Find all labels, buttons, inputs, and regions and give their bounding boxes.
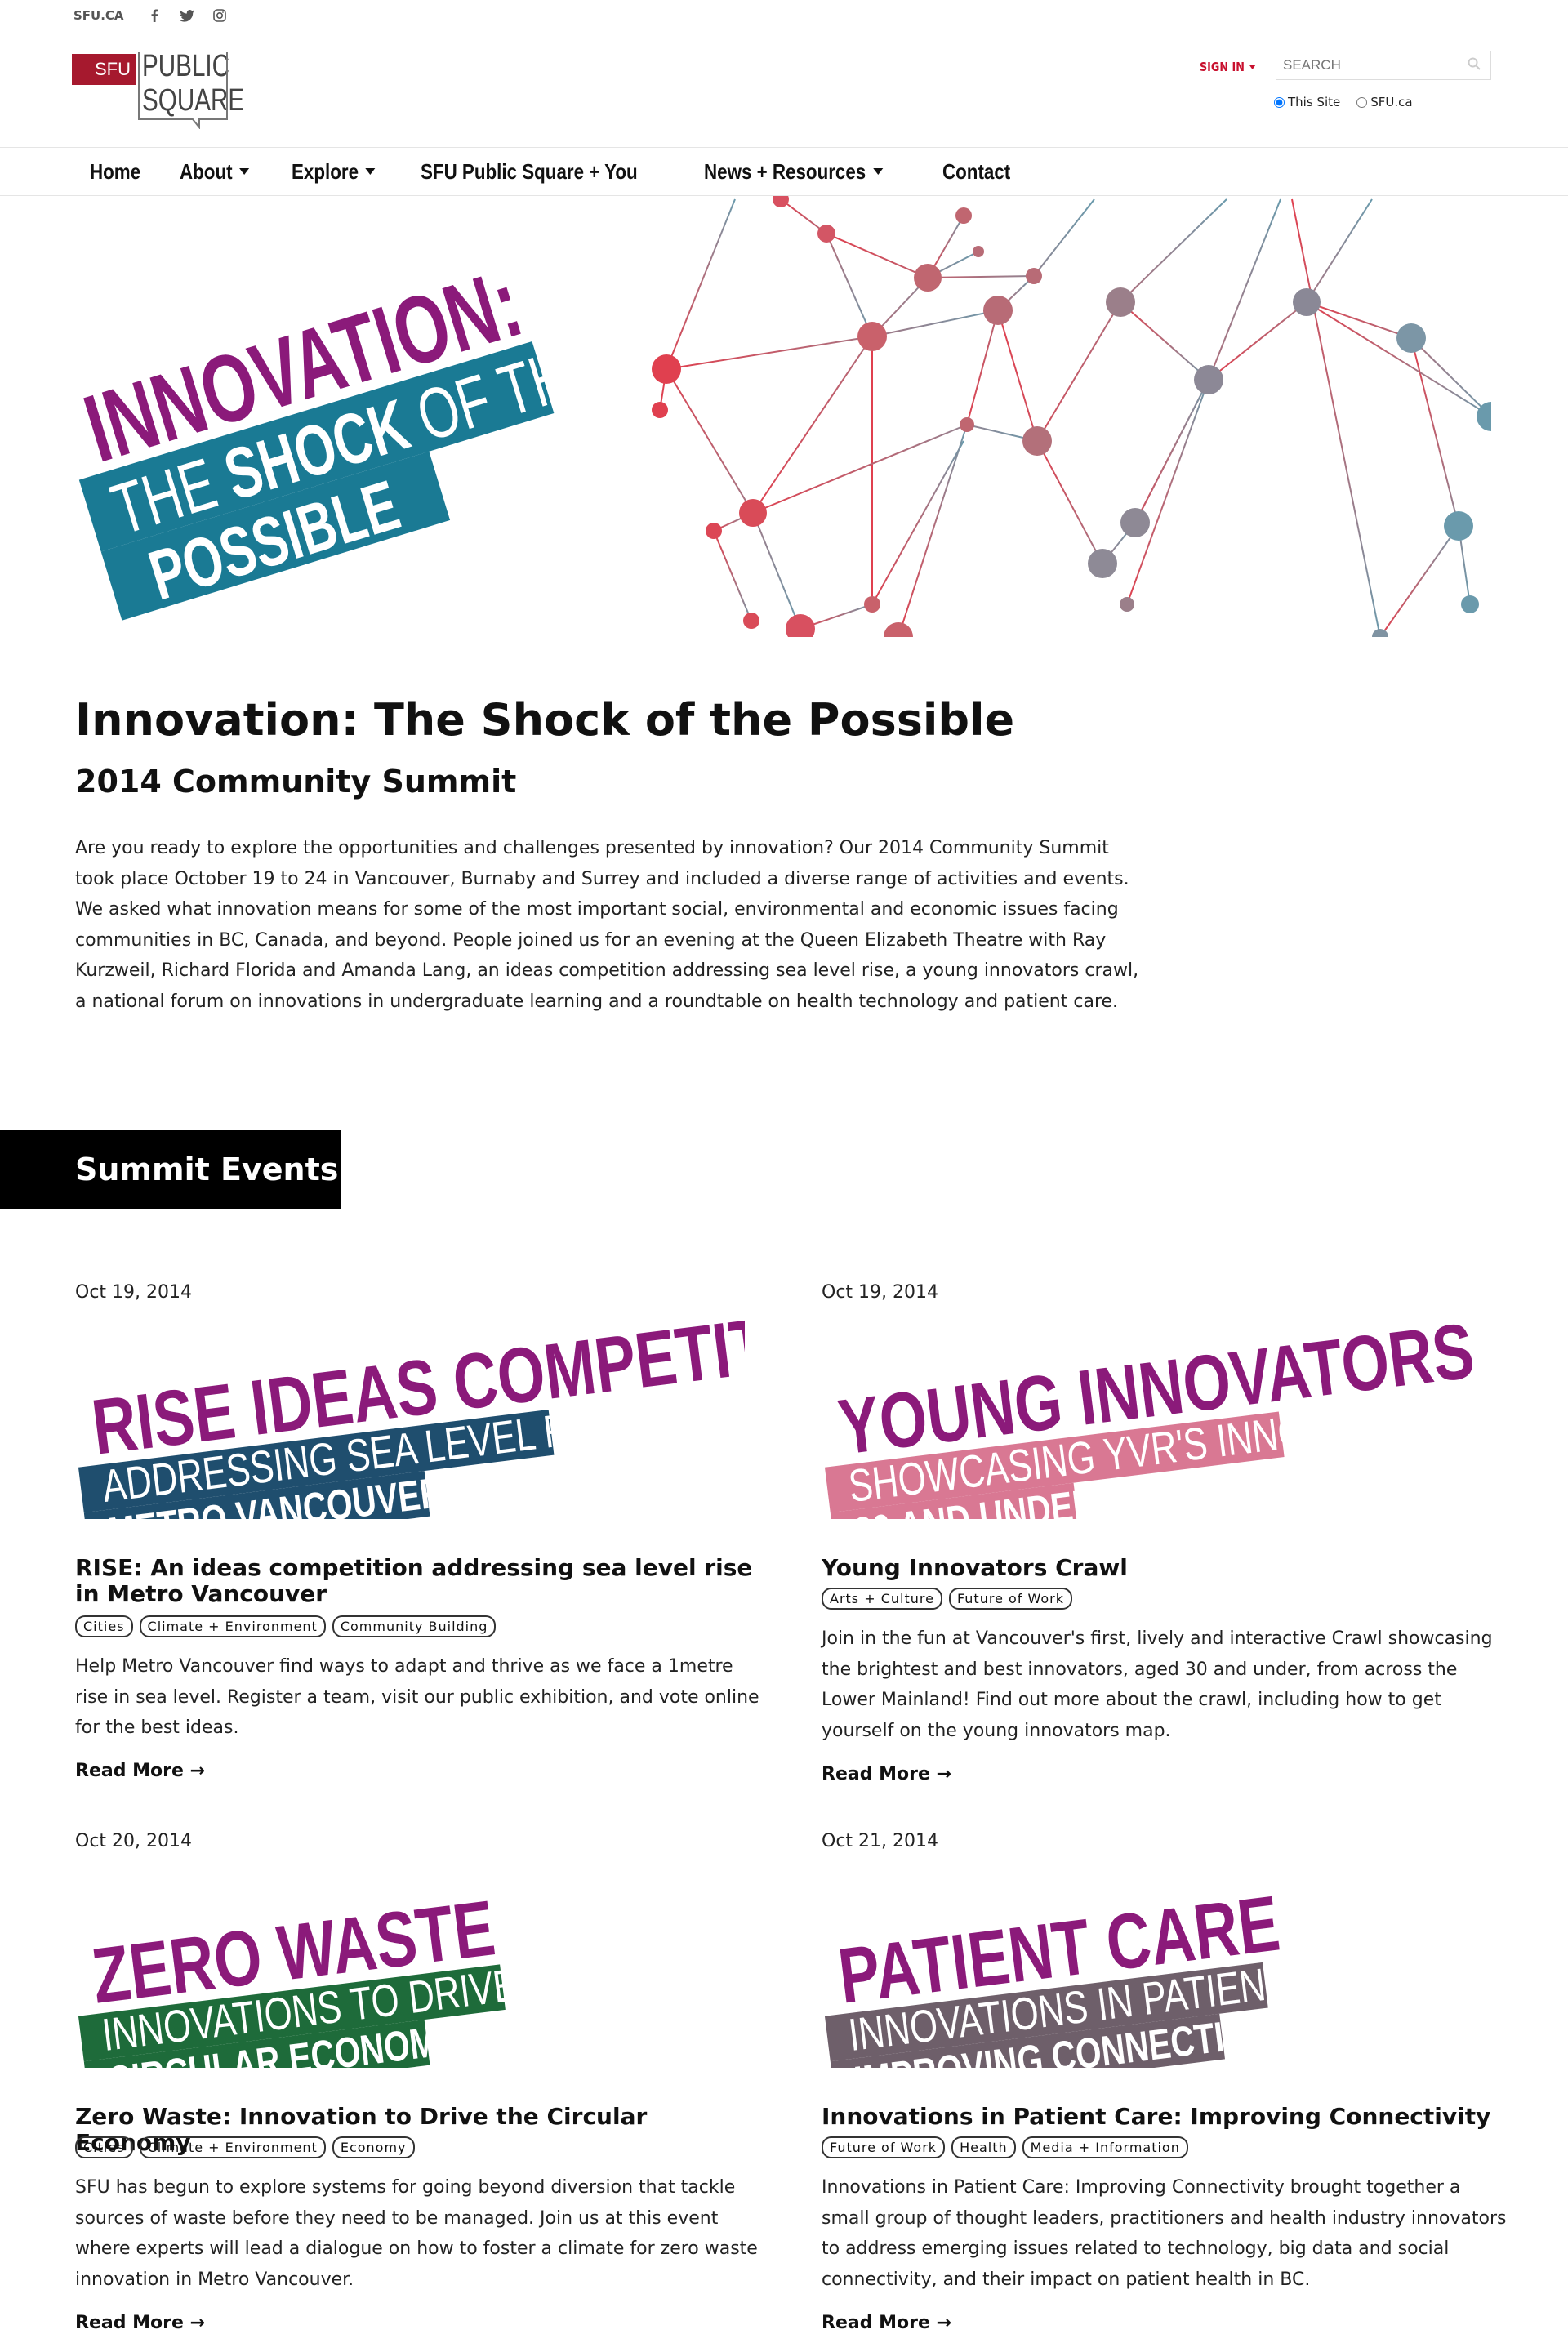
scope-sfu-ca-radio[interactable] [1356,96,1368,108]
chevron-down-icon [239,168,250,175]
sfu-ca-link[interactable]: SFU.CA [74,8,124,23]
sign-in-label: SIGN IN [1200,60,1245,74]
nav-item-explore[interactable]: Explore [292,159,376,185]
chevron-down-icon [1249,65,1256,69]
event-description: SFU has begun to explore systems for goi… [75,2177,758,2290]
event-tags: Future of Work Health Media + Informatio… [822,2136,1188,2158]
scope-this-site-radio[interactable] [1274,96,1285,108]
tag-cities[interactable]: Cities [75,2136,133,2158]
event-description: Join in the fun at Vancouver's first, li… [822,1628,1493,1741]
scope-this-site[interactable]: This Site [1274,95,1340,109]
nav-item-home[interactable]: Home [90,159,140,185]
hero-innovation-graphic: INNOVATION: THE SHOCK OF THE POSSIBLE [74,248,612,621]
event-banner-image[interactable]: YOUNG INNOVATORS CRAWL SHOWCASING YVR'S … [822,1315,1491,1519]
tag-media-information[interactable]: Media + Information [1022,2136,1188,2158]
event-tags: Cities Climate + Environment Economy [75,2136,415,2158]
sign-in-button[interactable]: SIGN IN [1200,60,1256,74]
main-nav: Home About Explore SFU Public Square + Y… [0,147,1568,196]
search-box [1276,51,1491,80]
intro-paragraph: Are you ready to explore the opportuniti… [75,838,1139,1012]
event-date: Oct 21, 2014 [822,1831,938,1851]
nav-item-contact[interactable]: Contact [942,159,1010,185]
event-date: Oct 19, 2014 [75,1282,192,1303]
nav-item-public-square-you[interactable]: SFU Public Square + You [421,159,638,185]
tag-health[interactable]: Health [951,2136,1016,2158]
event-title-link[interactable]: RISE: An ideas competition addressing se… [75,1555,761,1607]
chevron-down-icon [365,168,376,175]
event-title-link[interactable]: Young Innovators Crawl [822,1555,1508,1581]
event-banner-image[interactable]: ZERO WASTE INNOVATIONS TO DRIVE THE CIRC… [75,1864,745,2068]
chevron-down-icon [872,168,883,175]
sfu-public-square-logo[interactable]: SFU PUBLIC SQUARE [72,51,273,129]
twitter-icon[interactable] [179,8,194,23]
tag-climate-environment[interactable]: Climate + Environment [139,1615,326,1637]
tag-economy[interactable]: Economy [332,2136,415,2158]
event-tags: Arts + Culture Future of Work [822,1588,1073,1610]
event-card: Oct 19, 2014 RISE IDEAS COMPETITION ADDR… [75,1282,761,1781]
read-more-link[interactable]: Read More → [75,1761,205,1781]
read-more-link[interactable]: Read More → [75,2313,205,2333]
instagram-icon[interactable] [212,8,227,23]
page-subtitle: 2014 Community Summit [75,764,517,800]
search-input[interactable] [1276,57,1456,74]
social-links [147,8,227,23]
tag-cities[interactable]: Cities [75,1615,133,1637]
event-card: Oct 19, 2014 YOUNG INNOVATORS CRAWL SHOW… [822,1282,1508,1784]
utility-bar: SFU.CA [74,8,227,23]
section-heading: Summit Events [0,1130,341,1209]
tag-future-of-work[interactable]: Future of Work [948,1588,1073,1610]
event-description: Help Metro Vancouver find ways to adapt … [75,1656,760,1738]
scope-sfu-ca[interactable]: SFU.ca [1356,95,1413,109]
nav-item-about[interactable]: About [180,159,250,185]
sfu-logo-mark: SFU [72,54,136,85]
tag-climate-environment[interactable]: Climate + Environment [139,2136,326,2158]
nav-item-news-resources[interactable]: News + Resources [704,159,883,185]
page-title: Innovation: The Shock of the Possible [75,694,1015,746]
event-banner-image[interactable]: RISE IDEAS COMPETITION ADDRESSING SEA LE… [75,1315,745,1519]
event-description: Innovations in Patient Care: Improving C… [822,2177,1507,2290]
facebook-icon[interactable] [147,8,162,23]
speech-bubble-outline [138,52,228,129]
event-banner-image[interactable]: PATIENT CARE INNOVATIONS IN PATIENT CARE… [822,1864,1491,2068]
read-more-link[interactable]: Read More → [822,2313,951,2333]
search-icon[interactable] [1468,57,1481,74]
event-card: Oct 20, 2014 ZERO WASTE INNOVATIONS TO D… [75,1831,761,2333]
tag-future-of-work[interactable]: Future of Work [822,2136,946,2158]
event-date: Oct 20, 2014 [75,1831,192,1851]
hero-network-graphic [652,196,1491,637]
event-title-link[interactable]: Innovations in Patient Care: Improving C… [822,2104,1508,2130]
event-date: Oct 19, 2014 [822,1282,938,1303]
tag-arts-culture[interactable]: Arts + Culture [822,1588,942,1610]
read-more-link[interactable]: Read More → [822,1764,951,1784]
event-card: Oct 21, 2014 PATIENT CARE INNOVATIONS IN… [822,1831,1508,2333]
tag-community-building[interactable]: Community Building [332,1615,497,1637]
search-scope: This Site SFU.ca [1274,95,1413,109]
event-tags: Cities Climate + Environment Community B… [75,1615,497,1637]
